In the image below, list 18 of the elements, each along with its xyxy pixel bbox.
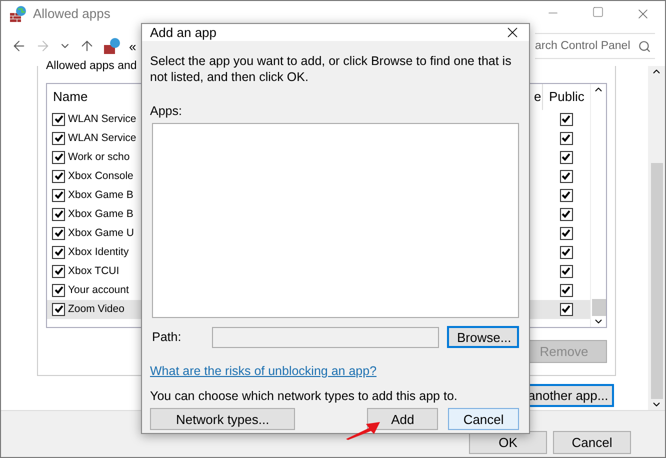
window-title: Allowed apps [33,6,112,22]
app-name: WLAN Service [68,132,136,144]
app-name: Xbox TCUI [68,265,120,278]
section-heading: Allowed apps and [46,60,137,73]
app-name: Xbox Identity [68,246,129,258]
app-name: Work or scho [68,151,130,164]
app-name: Xbox Console [68,170,134,182]
instructions: Select the app you want to add, or click Browse to find one that is not listed, and then click OK. [150,53,512,85]
app-name: Xbox Game B [68,189,134,202]
app-name: WLAN Service [68,113,136,126]
network-note: You can choose which network types to add this app to. [150,388,458,404]
path-label: Path: [152,330,182,344]
app-name: Your account [68,284,129,296]
app-name: Zoom Video [68,303,124,316]
app-name: Xbox Game B [68,208,134,220]
dialog-title: Add an app [150,25,217,40]
apps-label: Apps: [150,103,183,119]
app-name: Xbox Game U [68,227,134,240]
